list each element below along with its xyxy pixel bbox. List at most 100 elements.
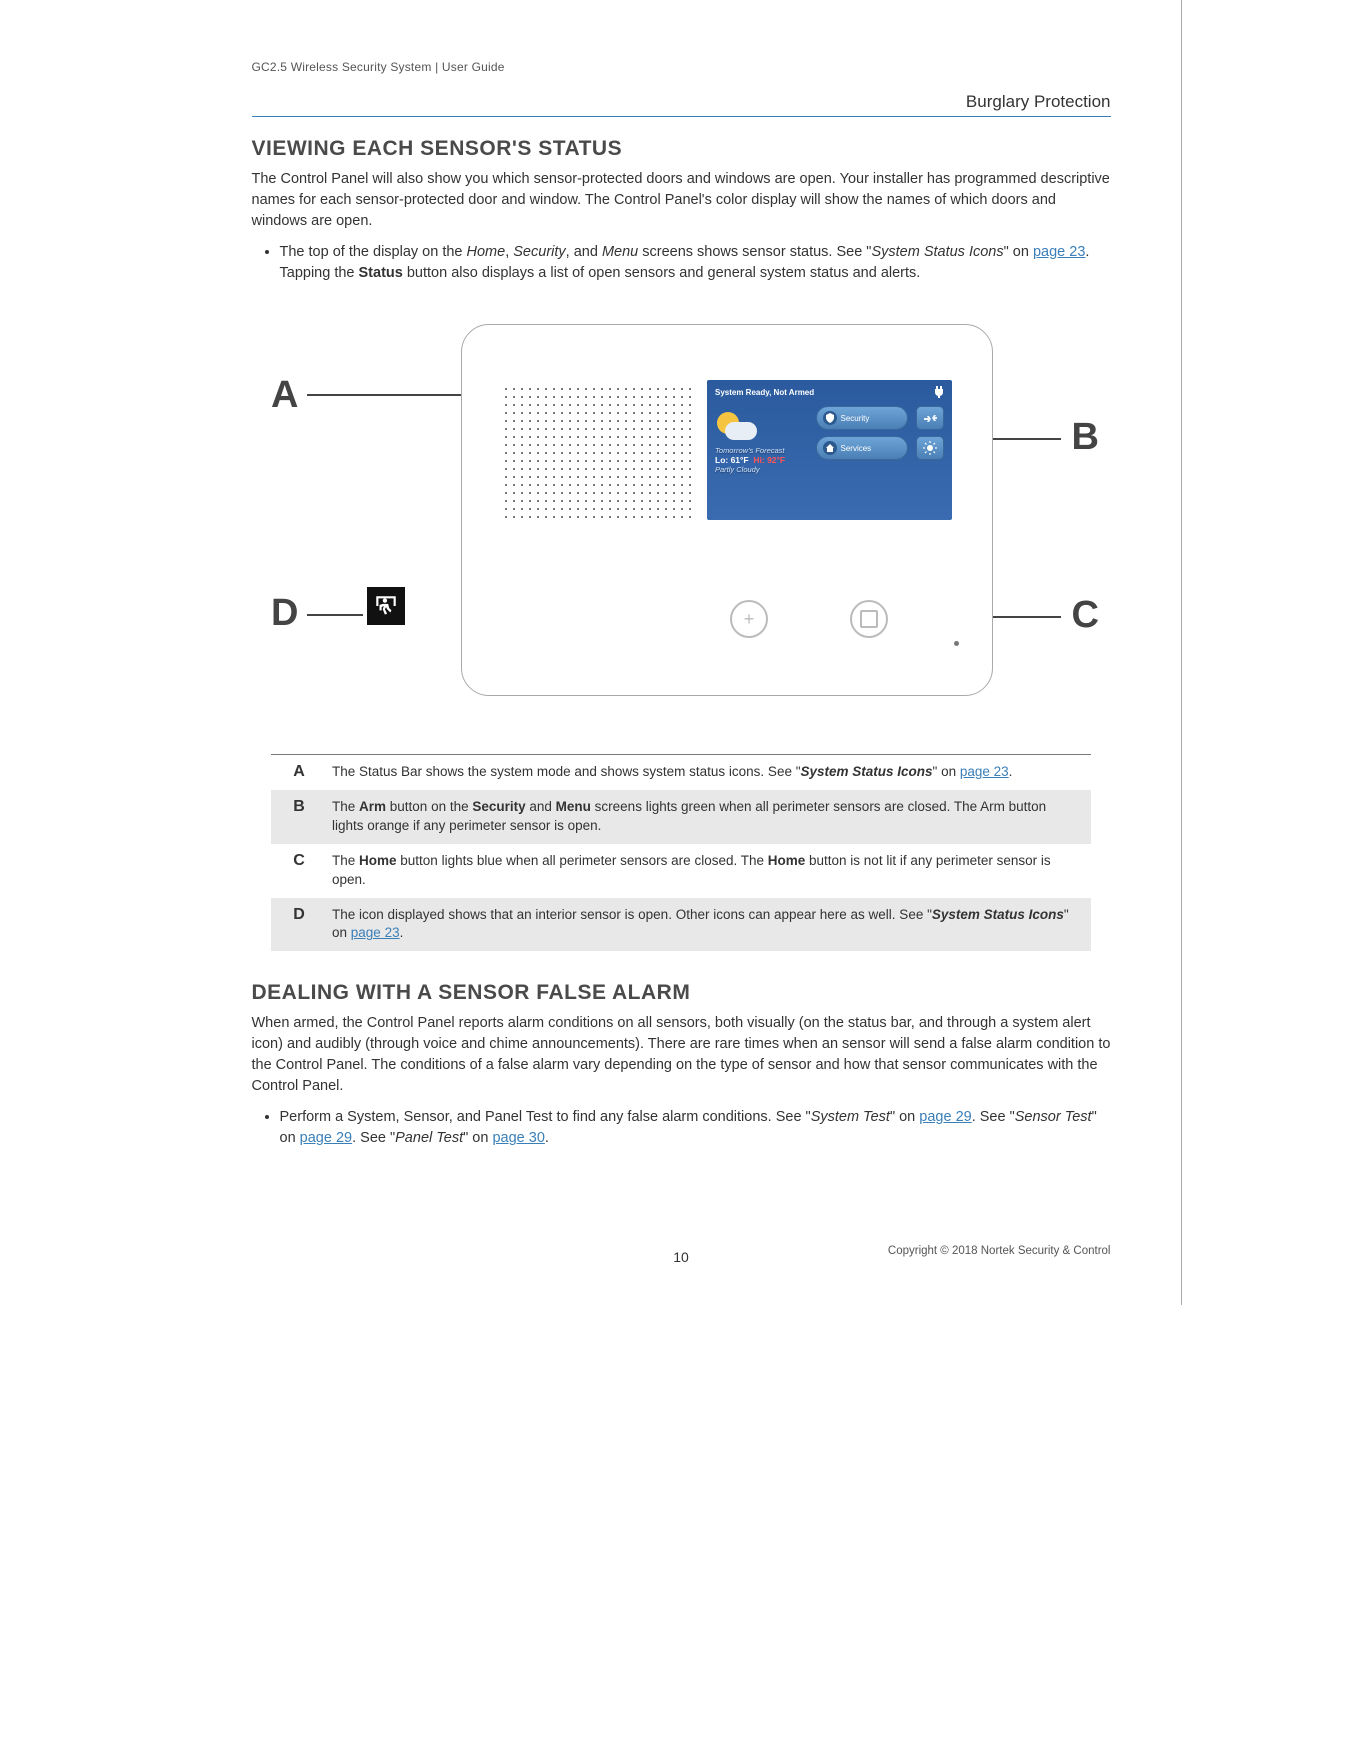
copyright-text: Copyright © 2018 Nortek Security & Contr… (888, 1245, 1111, 1257)
text: Status (359, 265, 403, 281)
text: System Test (811, 1109, 890, 1125)
bullet-list-2: Perform a System, Sensor, and Panel Test… (280, 1107, 1111, 1149)
callout-label-b: B (1072, 416, 1099, 459)
weather-column: Tomorrow's Forecast Lo: 61°F Hi: 92°F Pa… (715, 406, 808, 474)
bullet-list-1: The top of the display on the Home, Secu… (280, 242, 1111, 284)
text: Menu (556, 799, 591, 814)
speaker-grille (502, 385, 692, 520)
text: Perform a System, Sensor, and Panel Test… (280, 1109, 811, 1125)
link-page-23[interactable]: page 23 (351, 925, 400, 940)
text: The top of the display on the (280, 244, 467, 260)
status-bar: System Ready, Not Armed (715, 386, 944, 398)
text: . See " (972, 1109, 1015, 1125)
running-header: GC2.5 Wireless Security System | User Gu… (252, 60, 1111, 74)
text: " on (933, 764, 960, 779)
legend-letter: C (271, 844, 327, 878)
text: The Status Bar shows the system mode and… (332, 764, 801, 779)
legend-row-c: C The Home button lights blue when all p… (271, 844, 1091, 898)
power-plug-icon (934, 386, 944, 398)
intro-paragraph-1: The Control Panel will also show you whi… (252, 169, 1111, 232)
legend-row-b: B The Arm button on the Security and Men… (271, 790, 1091, 844)
intro-paragraph-2: When armed, the Control Panel reports al… (252, 1013, 1111, 1097)
text: " on (463, 1130, 492, 1146)
security-button-label: Security (841, 414, 870, 423)
microphone-dot (954, 641, 959, 646)
lo-value: 61°F (731, 455, 749, 465)
home-button[interactable] (850, 600, 888, 638)
link-page-23[interactable]: page 23 (1033, 244, 1085, 260)
text: . See " (352, 1130, 395, 1146)
figure-control-panel: A B C D System Ready, Not Armed (271, 314, 1091, 714)
legend-text-b: The Arm button on the Security and Menu … (327, 790, 1091, 844)
text: button on the (386, 799, 472, 814)
lo-label: Lo: (715, 455, 731, 465)
text: . (1009, 764, 1013, 779)
text: System Status Icons (871, 244, 1003, 260)
text: Security (513, 244, 565, 260)
text: Home (359, 853, 397, 868)
bullet-item-2: Perform a System, Sensor, and Panel Test… (280, 1107, 1111, 1149)
text: screens shows sensor status. See " (638, 244, 871, 260)
page-footer: 10 Copyright © 2018 Nortek Security & Co… (252, 1249, 1111, 1265)
link-page-29[interactable]: page 29 (300, 1130, 352, 1146)
text: The (332, 799, 359, 814)
screen-button-column: Security Services (816, 406, 909, 474)
legend-letter: A (271, 755, 327, 789)
security-button[interactable]: Security (816, 406, 909, 430)
legend-text-d: The icon displayed shows that an interio… (327, 898, 1091, 952)
forecast-condition: Partly Cloudy (715, 465, 808, 474)
text: The icon displayed shows that an interio… (332, 907, 932, 922)
text: and (526, 799, 556, 814)
services-button-label: Services (841, 444, 872, 453)
brightness-icon (923, 441, 937, 455)
heading-false-alarm: DEALING WITH A SENSOR FALSE ALARM (252, 981, 1111, 1005)
legend-letter: B (271, 790, 327, 824)
text: " on (890, 1109, 919, 1125)
emergency-button[interactable]: + (730, 600, 768, 638)
arm-icon (922, 412, 938, 424)
link-page-23[interactable]: page 23 (960, 764, 1009, 779)
text: The (332, 853, 359, 868)
screen-body: Tomorrow's Forecast Lo: 61°F Hi: 92°F Pa… (715, 406, 944, 474)
text: System Status Icons (932, 907, 1064, 922)
screen-square-column (916, 406, 944, 474)
link-page-30[interactable]: page 30 (492, 1130, 544, 1146)
text: Sensor Test (1015, 1109, 1092, 1125)
arm-button[interactable] (916, 406, 944, 430)
callout-label-c: C (1072, 594, 1099, 637)
control-panel-device: System Ready, Not Armed Tomorrow's Forec… (461, 324, 993, 696)
control-panel-screen: System Ready, Not Armed Tomorrow's Forec… (707, 380, 952, 520)
text: . (545, 1130, 549, 1146)
legend-text-c: The Home button lights blue when all per… (327, 844, 1091, 898)
callout-label-a: A (271, 374, 298, 417)
legend-text-a: The Status Bar shows the system mode and… (327, 755, 1091, 790)
text: . (400, 925, 404, 940)
shield-icon (823, 411, 837, 425)
legend-row-a: A The Status Bar shows the system mode a… (271, 755, 1091, 790)
figure-legend-table: A The Status Bar shows the system mode a… (271, 754, 1091, 951)
text: Home (768, 853, 806, 868)
bullet-item-1: The top of the display on the Home, Secu… (280, 242, 1111, 284)
text: Security (472, 799, 525, 814)
services-button[interactable]: Services (816, 436, 909, 460)
text: Arm (359, 799, 386, 814)
text: Home (467, 244, 506, 260)
brightness-button[interactable] (916, 436, 944, 460)
legend-row-d: D The icon displayed shows that an inter… (271, 898, 1091, 952)
hi-value: 92°F (767, 455, 785, 465)
text: " on (1004, 244, 1033, 260)
legend-letter: D (271, 898, 327, 932)
hi-label: Hi: (753, 455, 767, 465)
text: Panel Test (395, 1130, 463, 1146)
leader-line (307, 614, 363, 616)
text: Menu (602, 244, 638, 260)
cloud-icon (725, 422, 757, 440)
text: button also displays a list of open sens… (403, 265, 920, 281)
page: GC2.5 Wireless Security System | User Gu… (182, 0, 1182, 1305)
callout-label-d: D (271, 592, 298, 635)
section-title-bar: Burglary Protection (252, 92, 1111, 117)
house-icon (823, 441, 837, 455)
weather-icon (715, 410, 757, 442)
person-motion-icon (373, 593, 399, 619)
link-page-29[interactable]: page 29 (919, 1109, 971, 1125)
